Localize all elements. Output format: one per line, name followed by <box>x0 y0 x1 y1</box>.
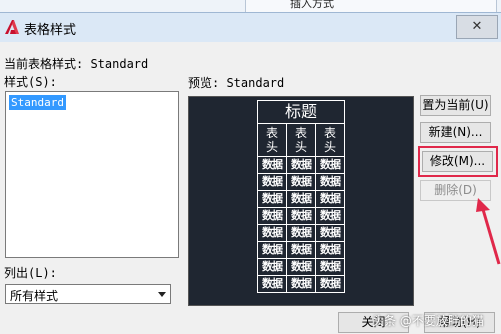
preview-header-cell: 表 头 <box>287 124 316 156</box>
preview-data-cell: 数据 <box>320 243 341 256</box>
dialog-titlebar: 表格样式 ✕ <box>0 12 501 42</box>
preview-header-cell: 表 头 <box>258 124 287 156</box>
preview-data-cell: 数据 <box>287 208 316 224</box>
preview-data-cell: 数据 <box>287 174 316 190</box>
preview-data-cell: 数据 <box>287 225 316 241</box>
new-button[interactable]: 新建(N)... <box>420 122 491 143</box>
preview-data-cell: 数据 <box>258 174 287 190</box>
preview-data-row: 数据 数据 数据 <box>258 174 344 191</box>
set-current-button[interactable]: 置为当前(U) <box>420 95 491 116</box>
preview-data-row: 数据 数据 数据 <box>258 225 344 242</box>
preview-data-row: 数据 数据 数据 <box>258 242 344 259</box>
preview-data-cell: 数据 <box>320 175 341 188</box>
background-menu-cell <box>245 0 497 12</box>
styles-label: 样式(S): <box>4 75 57 89</box>
preview-data-cell: 数据 <box>320 158 341 171</box>
dialog-title: 表格样式 <box>24 23 77 38</box>
autocad-logo-icon <box>5 20 19 34</box>
watermark-text: 头条 @不要放胖的猫 <box>372 314 484 328</box>
preview-data-cell: 数据 <box>320 209 341 222</box>
preview-data-cell: 数据 <box>258 191 287 207</box>
preview-table-title: 标题 <box>258 101 344 124</box>
list-label: 列出(L): <box>4 266 57 280</box>
background-menu-text: 插入方式 <box>290 0 334 10</box>
current-style-label: 当前表格样式: Standard <box>4 57 149 71</box>
preview-data-cell: 数据 <box>287 157 316 173</box>
style-item-standard[interactable]: Standard <box>9 95 66 110</box>
background-window-strip: 插入方式 <box>0 0 501 12</box>
preview-data-cell: 数据 <box>258 259 287 275</box>
preview-data-row: 数据 数据 数据 <box>258 157 344 174</box>
preview-data-cell: 数据 <box>258 157 287 173</box>
modify-highlight-box <box>418 146 498 177</box>
preview-data-cell: 数据 <box>258 208 287 224</box>
preview-data-cell: 数据 <box>287 276 316 292</box>
preview-data-cell: 数据 <box>287 259 316 275</box>
chevron-down-icon <box>158 292 166 297</box>
preview-data-cell: 数据 <box>320 277 341 290</box>
preview-data-row: 数据 数据 数据 <box>258 276 344 292</box>
styles-listbox[interactable]: Standard <box>5 91 179 258</box>
list-filter-value: 所有样式 <box>10 289 59 303</box>
preview-label: 预览: Standard <box>188 76 285 90</box>
style-preview: 标题 表 头 表 头 表 头 数据 数据 数据 数据 数据 数据 数据 数据 数据 数据 数据 数据数… <box>188 96 414 306</box>
preview-data-cell: 数据 <box>320 226 341 239</box>
preview-table: 标题 表 头 表 头 表 头 数据 数据 数据 数据 数据 数据 数据 数据 数据 数据 数据 数据数… <box>257 100 345 293</box>
preview-data-row: 数据 数据 数据 <box>258 259 344 276</box>
preview-data-cell: 数据 <box>258 276 287 292</box>
annotation-arrow-icon <box>476 198 501 265</box>
close-window-button[interactable]: ✕ <box>456 15 498 39</box>
preview-data-cell: 数据 <box>258 242 287 258</box>
list-filter-select[interactable]: 所有样式 <box>5 284 171 304</box>
preview-data-cell: 数据 <box>258 225 287 241</box>
preview-data-row: 数据 数据 数据 <box>258 208 344 225</box>
preview-data-cell: 数据 <box>287 242 316 258</box>
preview-data-row: 数据 数据 数据 <box>258 191 344 208</box>
preview-header-cell: 表 头 <box>323 126 336 154</box>
preview-data-cell: 数据 <box>320 192 341 205</box>
preview-header-row: 表 头 表 头 表 头 <box>258 124 344 157</box>
preview-data-cell: 数据 <box>287 191 316 207</box>
preview-data-cell: 数据 <box>320 260 341 273</box>
